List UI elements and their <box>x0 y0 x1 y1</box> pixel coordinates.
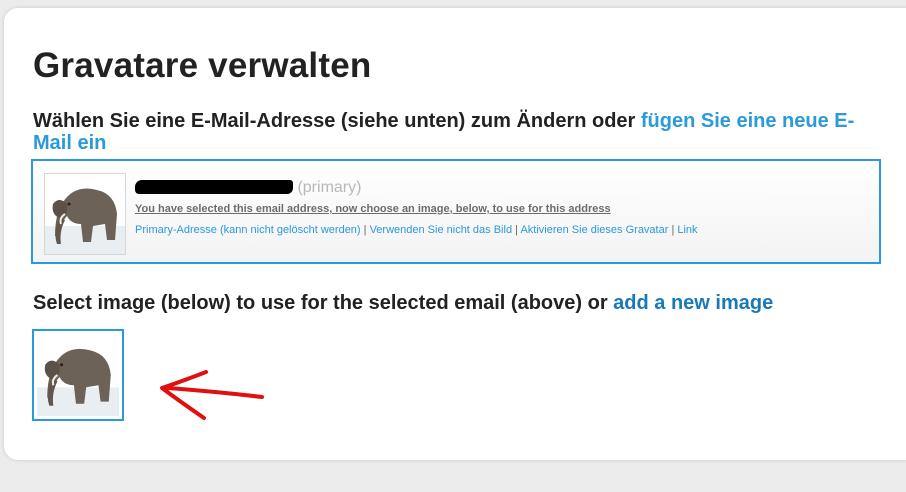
separator: | <box>671 224 675 236</box>
image-select-instructions: Select image (below) to use for the sele… <box>33 292 773 315</box>
add-image-link[interactable]: add a new image <box>613 292 773 314</box>
email-instructions-text: Wählen Sie eine E-Mail-Adresse (siehe un… <box>33 110 641 132</box>
elephant-image-icon <box>37 334 119 416</box>
image-thumbnail <box>37 334 119 416</box>
dont-use-image-link[interactable]: Verwenden Sie nicht das Bild <box>370 224 512 236</box>
primary-label: (primary) <box>297 179 362 196</box>
email-gravatar-thumbnail <box>44 173 126 255</box>
selected-email-note: You have selected this email address, no… <box>135 203 611 215</box>
activate-gravatar-link[interactable]: Aktivieren Sie dieses Gravatar <box>520 224 668 236</box>
redacted-email <box>135 180 293 194</box>
image-select-text: Select image (below) to use for the sele… <box>33 292 614 314</box>
elephant-image-icon <box>45 174 125 254</box>
separator: | <box>515 224 518 236</box>
email-actions: Primary-Adresse (kann nicht gelöscht wer… <box>135 224 698 236</box>
red-arrow-icon <box>160 370 264 420</box>
email-instructions: Wählen Sie eine E-Mail-Adresse (siehe un… <box>33 110 893 154</box>
link-link[interactable]: Link <box>677 224 697 236</box>
selected-email-box[interactable]: (primary) You have selected this email a… <box>31 159 881 264</box>
primary-address-text: Primary-Adresse (kann nicht gelöscht wer… <box>135 224 361 236</box>
page-title: Gravatare verwalten <box>33 46 372 85</box>
separator: | <box>363 224 367 236</box>
image-tile[interactable] <box>32 329 124 421</box>
email-address: (primary) <box>135 179 361 197</box>
